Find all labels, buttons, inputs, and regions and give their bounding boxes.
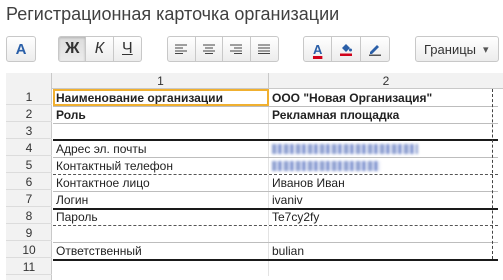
row-divider — [53, 191, 498, 192]
align-center-button[interactable] — [196, 37, 223, 61]
underline-button[interactable]: Ч — [114, 37, 141, 61]
spreadsheet-grid[interactable]: 1 2 1 2 3 4 5 6 7 8 9 10 11 Наименование… — [6, 73, 503, 280]
table-row: Роль Рекламная площадка — [53, 107, 503, 123]
row-number-3[interactable]: 3 — [6, 123, 52, 139]
row-number-6[interactable]: 6 — [6, 174, 52, 190]
borders-label: Границы — [424, 41, 476, 57]
row-number-9[interactable]: 9 — [6, 225, 52, 241]
row-number-1[interactable]: 1 — [6, 89, 52, 105]
align-justify-icon — [258, 44, 271, 54]
fill-color-button[interactable] — [332, 37, 361, 61]
row-number-4[interactable]: 4 — [6, 140, 52, 156]
print-area-edge — [492, 89, 493, 259]
cell-label[interactable] — [53, 260, 269, 276]
cell-selection — [53, 89, 269, 106]
dashed-border — [53, 174, 498, 175]
font-icon: A — [15, 40, 27, 58]
table-row: Пароль Te7cy2fy — [53, 209, 503, 225]
bold-icon: Ж — [64, 40, 80, 57]
row-number-5[interactable]: 5 — [6, 157, 52, 173]
bold-button[interactable]: Ж — [59, 37, 87, 61]
align-left-button[interactable] — [168, 37, 196, 61]
table-row: Ответственный bulian — [53, 243, 503, 259]
cell-value-redacted[interactable] — [269, 158, 499, 174]
italic-button[interactable]: К — [86, 37, 114, 61]
cell-label[interactable] — [53, 124, 269, 140]
cell-value[interactable] — [269, 124, 499, 140]
table-row: Контактный телефон — [53, 158, 503, 174]
color-group: A — [303, 36, 390, 62]
row-divider — [53, 157, 498, 158]
row-number-11[interactable]: 11 — [6, 259, 52, 275]
align-justify-button[interactable] — [251, 37, 278, 61]
page-title: Регистрационная карточка организации — [6, 4, 340, 24]
thick-border — [53, 259, 498, 261]
borders-dropdown[interactable]: Границы ▾ — [415, 36, 499, 62]
align-right-icon — [230, 44, 243, 54]
cell-value[interactable]: ООО "Новая Организация" — [269, 90, 499, 106]
thick-border — [53, 208, 498, 210]
grid-corner[interactable] — [6, 73, 52, 89]
cell-value[interactable]: Рекламная площадка — [269, 107, 499, 123]
cell-label[interactable]: Пароль — [53, 209, 269, 225]
cell-label[interactable] — [53, 226, 269, 242]
alignment-group — [167, 36, 279, 62]
text-color-icon: A — [312, 41, 323, 57]
formatting-toolbar: A Ж К Ч A Границы ▾ — [6, 36, 499, 64]
row-divider — [53, 242, 498, 243]
row-divider — [53, 106, 498, 107]
cell-value[interactable]: ivaniv — [269, 192, 499, 208]
italic-icon: К — [94, 40, 105, 57]
cell-value[interactable] — [269, 226, 499, 242]
cell-value-redacted[interactable] — [269, 141, 499, 157]
table-row: Адрес эл. почты — [53, 141, 503, 157]
table-row — [53, 124, 503, 140]
cell-label[interactable]: Логин — [53, 192, 269, 208]
font-button[interactable]: A — [6, 36, 36, 62]
underline-icon: Ч — [122, 40, 133, 57]
cell-label[interactable]: Контактный телефон — [53, 158, 269, 174]
paint-bucket-icon — [340, 44, 353, 56]
column-header-1[interactable]: 1 — [53, 73, 269, 89]
border-color-button[interactable] — [361, 37, 389, 61]
cell-label[interactable]: Роль — [53, 107, 269, 123]
table-row: Логин ivaniv — [53, 192, 503, 208]
row-number-column: 1 2 3 4 5 6 7 8 9 10 11 — [6, 89, 52, 280]
align-center-icon — [202, 44, 215, 54]
cell-value[interactable]: bulian — [269, 243, 499, 259]
cell-value[interactable]: Иванов Иван — [269, 175, 499, 191]
cell-label[interactable]: Адрес эл. почты — [53, 141, 269, 157]
row-number-10[interactable]: 10 — [6, 242, 52, 258]
text-color-button[interactable]: A — [304, 37, 333, 61]
align-right-button[interactable] — [223, 37, 251, 61]
column-header-2[interactable]: 2 — [269, 73, 503, 89]
row-number-7[interactable]: 7 — [6, 191, 52, 207]
table-row: Контактное лицо Иванов Иван — [53, 175, 503, 191]
text-style-group: Ж К Ч — [58, 36, 142, 62]
cell-label[interactable]: Ответственный — [53, 243, 269, 259]
cell-value[interactable]: Te7cy2fy — [269, 209, 499, 225]
row-divider — [53, 123, 498, 124]
table-row — [53, 260, 503, 276]
redacted-email — [272, 143, 418, 154]
row-number-2[interactable]: 2 — [6, 106, 52, 122]
chevron-down-icon: ▾ — [483, 43, 489, 56]
thick-border — [53, 139, 498, 141]
pencil-icon — [368, 45, 381, 56]
dashed-border — [53, 225, 498, 226]
cell-label[interactable]: Контактное лицо — [53, 175, 269, 191]
table-row — [53, 226, 503, 242]
align-left-icon — [175, 44, 188, 54]
cell-value[interactable] — [269, 260, 499, 276]
redacted-phone — [272, 160, 380, 171]
row-number-8[interactable]: 8 — [6, 208, 52, 224]
